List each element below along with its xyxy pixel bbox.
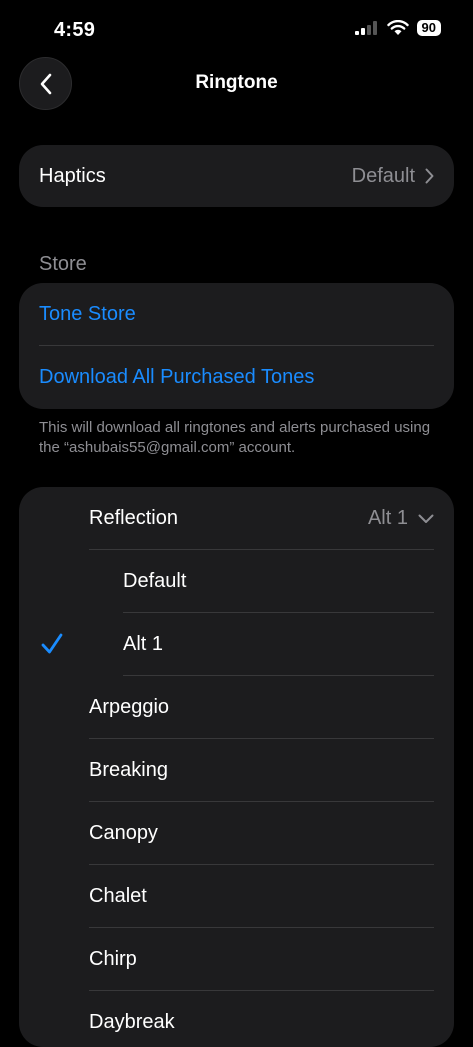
ringtone-variant-label: Default xyxy=(123,570,187,592)
ringtone-group-value-group: Alt 1 xyxy=(368,507,434,530)
status-bar: 4:59 90 xyxy=(0,0,473,60)
ringtone-group-label: Reflection xyxy=(89,507,178,529)
ringtone-group-reflection[interactable]: Reflection Alt 1 xyxy=(19,487,454,550)
ringtone-label: Canopy xyxy=(89,822,158,844)
store-section-header: Store xyxy=(39,253,87,275)
status-icons: 90 xyxy=(354,20,441,36)
ringtone-list-card: Reflection Alt 1 Default Alt 1 Arpeggio … xyxy=(19,487,454,1047)
ringtone-label: Chalet xyxy=(89,885,147,907)
ringtone-item[interactable]: Arpeggio xyxy=(19,676,454,739)
ringtone-label: Chirp xyxy=(89,948,137,970)
ringtone-label: Breaking xyxy=(89,759,168,781)
ringtone-group-value: Alt 1 xyxy=(367,507,408,529)
haptics-card: Haptics Default xyxy=(19,145,454,207)
ringtone-label: Daybreak xyxy=(89,1011,175,1033)
chevron-right-icon xyxy=(425,168,434,184)
nav-bar: Ringtone xyxy=(0,57,473,111)
ringtone-item[interactable]: Daybreak xyxy=(19,991,454,1047)
ringtone-variant-alt1[interactable]: Alt 1 xyxy=(19,613,454,676)
tone-store-link[interactable]: Tone Store xyxy=(19,283,454,346)
store-card: Tone Store Download All Purchased Tones xyxy=(19,283,454,409)
haptics-value: Default xyxy=(351,164,415,187)
haptics-value-group: Default xyxy=(352,165,434,188)
haptics-label: Haptics xyxy=(39,164,106,187)
ringtone-variant-label: Alt 1 xyxy=(123,633,164,655)
ringtone-item[interactable]: Chalet xyxy=(19,865,454,928)
page-title: Ringtone xyxy=(195,72,278,93)
wifi-icon xyxy=(386,20,409,35)
haptics-row[interactable]: Haptics Default xyxy=(19,145,454,207)
status-time: 4:59 xyxy=(54,19,96,41)
ringtone-item[interactable]: Chirp xyxy=(19,928,454,991)
ringtone-item[interactable]: Canopy xyxy=(19,802,454,865)
ringtone-variant-default[interactable]: Default xyxy=(19,550,454,613)
battery-indicator: 90 xyxy=(416,20,441,36)
tone-store-label: Tone Store xyxy=(39,303,136,325)
download-all-label: Download All Purchased Tones xyxy=(39,366,315,388)
store-footer-note: This will download all ringtones and ale… xyxy=(39,419,431,456)
checkmark-icon xyxy=(41,633,63,654)
chevron-down-icon xyxy=(418,514,434,523)
cellular-signal-icon xyxy=(354,21,377,35)
ringtone-label: Arpeggio xyxy=(89,696,170,718)
ringtone-item[interactable]: Breaking xyxy=(19,739,454,802)
download-all-link[interactable]: Download All Purchased Tones xyxy=(19,346,454,409)
